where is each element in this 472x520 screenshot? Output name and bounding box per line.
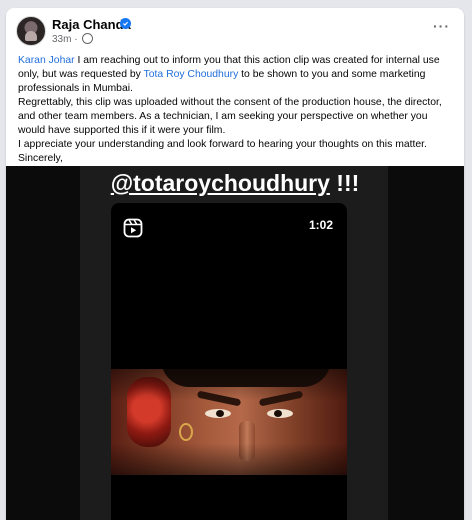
mention-tota-roy-choudhury[interactable]: Tota Roy Choudhury (144, 69, 239, 80)
post-paragraph-3: I appreciate your understanding and look… (18, 139, 427, 150)
author-name[interactable]: Raja Chanda (52, 17, 131, 32)
frame-shade (111, 369, 347, 475)
media-handle: @totaroychoudhury (110, 170, 330, 196)
reel-preview[interactable]: 1:02 (111, 203, 347, 520)
reel-duration: 1:02 (308, 218, 333, 232)
time-separator: · (74, 34, 78, 45)
globe-icon (82, 33, 94, 44)
post-time[interactable]: 33m (52, 34, 71, 45)
more-options-button[interactable]: ··· (433, 18, 450, 34)
post-paragraph-4: Sincerely, (18, 153, 63, 164)
verified-badge-icon (120, 18, 131, 29)
post-header: Raja Chanda 33m · ··· (6, 8, 464, 50)
post-meta: 33m · (52, 33, 94, 45)
post-text: Karan Johar I am reaching out to inform … (18, 54, 456, 166)
post-paragraph-1: Karan Johar I am reaching out to inform … (18, 54, 456, 96)
media-exclaim: !!! (329, 170, 360, 196)
media-caption: @totaroychoudhury !!! (6, 170, 464, 197)
video-frame (111, 369, 347, 475)
reels-icon (123, 218, 143, 243)
mention-karan-johar[interactable]: Karan Johar (18, 55, 75, 66)
post-paragraph-2: Regrettably, this clip was uploaded with… (18, 97, 442, 136)
avatar[interactable] (16, 16, 46, 46)
